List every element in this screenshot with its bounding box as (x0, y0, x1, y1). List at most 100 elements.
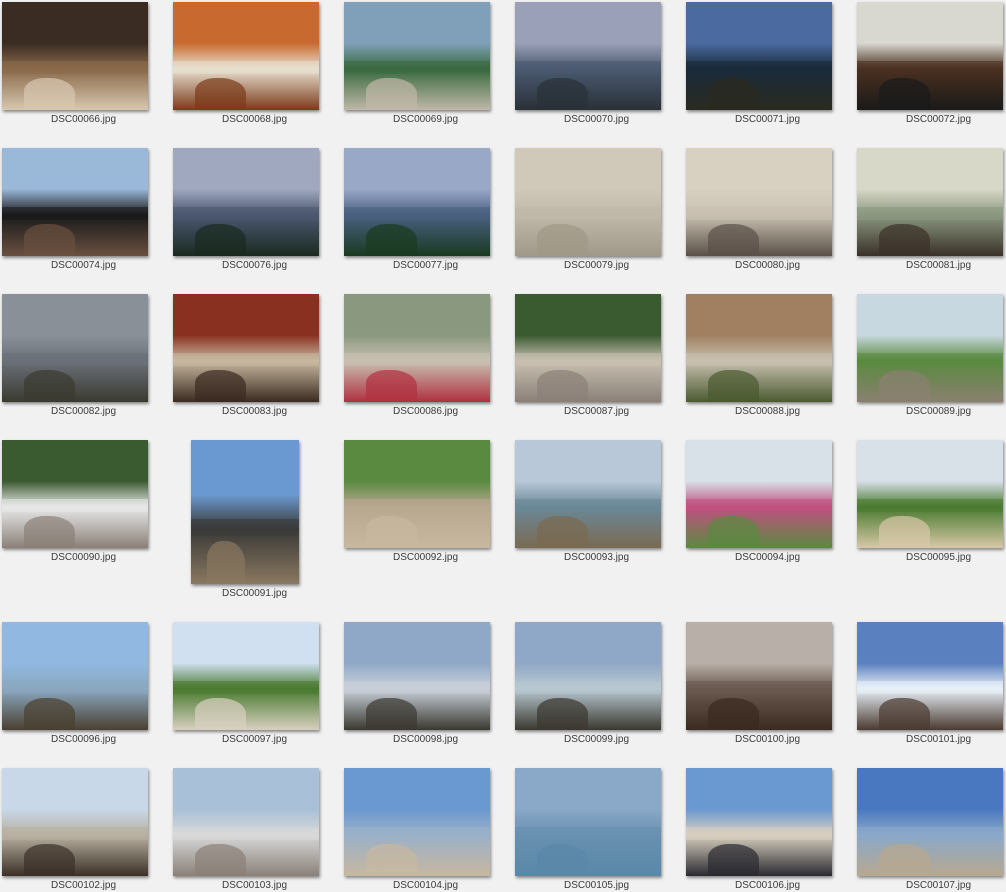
photo-thumbnail[interactable] (2, 440, 148, 548)
thumbnail-filename: DSC00101.jpg (905, 734, 972, 745)
photo-thumbnail[interactable] (857, 294, 1003, 402)
photo-detail (366, 844, 417, 876)
photo-detail (344, 61, 490, 74)
photo-thumbnail[interactable] (857, 440, 1003, 548)
thumbnail-filename: DSC00082.jpg (50, 406, 117, 417)
photo-detail (2, 499, 148, 512)
photo-thumbnail[interactable] (173, 622, 319, 730)
thumbnail-filename: DSC00089.jpg (905, 406, 972, 417)
photo-detail (2, 827, 148, 840)
photo-thumbnail[interactable] (515, 294, 661, 402)
photo-thumbnail[interactable] (173, 2, 319, 110)
photo-thumbnail[interactable] (344, 768, 490, 876)
photo-detail (879, 78, 930, 110)
photo-detail (708, 78, 759, 110)
photo-thumbnail[interactable] (2, 622, 148, 730)
thumbnail-filename: DSC00066.jpg (50, 114, 117, 125)
photo-detail (366, 224, 417, 256)
photo-thumbnail[interactable] (857, 768, 1003, 876)
photo-detail (537, 516, 588, 548)
photo-detail (366, 78, 417, 110)
thumbnail-filename: DSC00100.jpg (734, 734, 801, 745)
photo-thumbnail[interactable] (173, 148, 319, 256)
photo-detail (879, 844, 930, 876)
photo-detail (2, 353, 148, 366)
photo-detail (2, 207, 148, 220)
thumbnail-filename: DSC00093.jpg (563, 552, 630, 563)
photo-thumbnail[interactable] (515, 2, 661, 110)
photo-detail (537, 844, 588, 876)
photo-thumbnail[interactable] (686, 294, 832, 402)
photo-detail (708, 698, 759, 730)
photo-thumbnail[interactable] (344, 2, 490, 110)
photo-detail (195, 370, 246, 402)
photo-thumbnail[interactable] (344, 440, 490, 548)
thumbnail-filename: DSC00104.jpg (392, 880, 459, 891)
photo-thumbnail[interactable] (344, 148, 490, 256)
photo-thumbnail[interactable] (686, 622, 832, 730)
photo-thumbnail[interactable] (857, 148, 1003, 256)
thumbnail-filename: DSC00086.jpg (392, 406, 459, 417)
thumbnail-filename: DSC00091.jpg (221, 588, 288, 599)
photo-detail (515, 61, 661, 74)
photo-detail (366, 370, 417, 402)
photo-thumbnail[interactable] (857, 622, 1003, 730)
photo-detail (857, 61, 1003, 74)
photo-detail (24, 516, 75, 548)
photo-thumbnail[interactable] (515, 622, 661, 730)
photo-detail (515, 353, 661, 366)
photo-thumbnail[interactable] (173, 294, 319, 402)
thumbnail-filename: DSC00105.jpg (563, 880, 630, 891)
thumbnail-filename: DSC00092.jpg (392, 552, 459, 563)
photo-detail (686, 61, 832, 74)
photo-detail (515, 681, 661, 694)
photo-detail (344, 681, 490, 694)
photo-detail (879, 516, 930, 548)
thumbnail-filename: DSC00107.jpg (905, 880, 972, 891)
photo-thumbnail[interactable] (191, 440, 299, 584)
thumbnail-filename: DSC00071.jpg (734, 114, 801, 125)
photo-detail (366, 698, 417, 730)
photo-detail (344, 827, 490, 840)
photo-thumbnail[interactable] (2, 148, 148, 256)
thumbnail-filename: DSC00094.jpg (734, 552, 801, 563)
thumbnail-filename: DSC00095.jpg (905, 552, 972, 563)
photo-detail (207, 541, 245, 584)
photo-thumbnail[interactable] (515, 768, 661, 876)
photo-detail (857, 827, 1003, 840)
photo-thumbnail[interactable] (515, 148, 661, 256)
photo-detail (173, 207, 319, 220)
thumbnail-filename: DSC00102.jpg (50, 880, 117, 891)
thumbnail-filename: DSC00080.jpg (734, 260, 801, 271)
photo-detail (537, 370, 588, 402)
photo-thumbnail[interactable] (2, 768, 148, 876)
photo-thumbnail[interactable] (173, 768, 319, 876)
photo-thumbnail[interactable] (344, 294, 490, 402)
photo-detail (879, 698, 930, 730)
photo-thumbnail[interactable] (686, 440, 832, 548)
photo-thumbnail[interactable] (686, 768, 832, 876)
photo-thumbnail[interactable] (344, 622, 490, 730)
photo-thumbnail[interactable] (515, 440, 661, 548)
thumbnail-filename: DSC00069.jpg (392, 114, 459, 125)
photo-detail (191, 519, 299, 536)
photo-thumbnail[interactable] (857, 2, 1003, 110)
photo-detail (686, 681, 832, 694)
photo-detail (24, 698, 75, 730)
photo-detail (857, 681, 1003, 694)
photo-thumbnail[interactable] (686, 2, 832, 110)
photo-thumbnail[interactable] (686, 148, 832, 256)
thumbnail-filename: DSC00068.jpg (221, 114, 288, 125)
photo-detail (173, 681, 319, 694)
thumbnail-browser: { "gallery": { "items": [ {"filename":"D… (0, 0, 1006, 892)
thumbnail-filename: DSC00070.jpg (563, 114, 630, 125)
thumbnail-filename: DSC00083.jpg (221, 406, 288, 417)
photo-detail (344, 353, 490, 366)
thumbnail-filename: DSC00099.jpg (563, 734, 630, 745)
photo-detail (515, 499, 661, 512)
photo-detail (686, 207, 832, 220)
photo-thumbnail[interactable] (2, 2, 148, 110)
photo-detail (708, 224, 759, 256)
photo-thumbnail[interactable] (2, 294, 148, 402)
thumbnail-filename: DSC00096.jpg (50, 734, 117, 745)
